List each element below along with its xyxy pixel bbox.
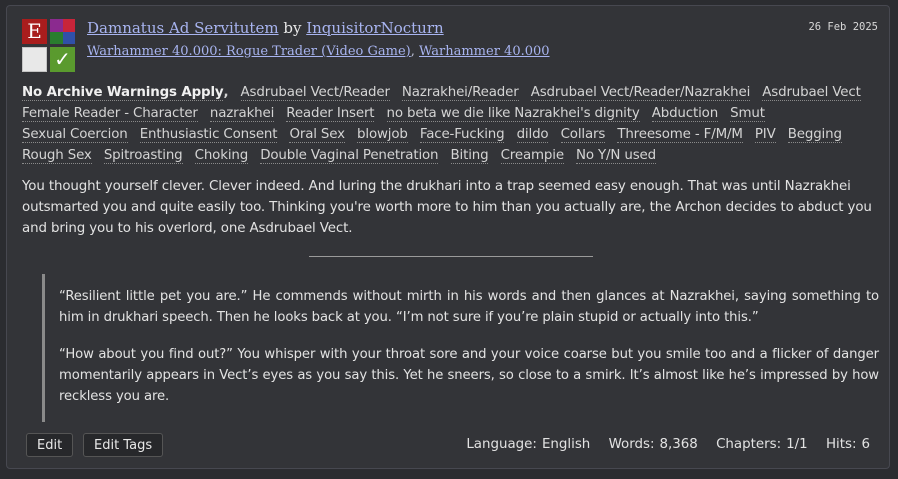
required-tags[interactable]: E ✓ [22, 19, 76, 73]
quote-paragraph: “How about you find out?” You whisper wi… [59, 347, 879, 404]
tag-link[interactable]: Rough Sex [22, 148, 92, 164]
tag-link[interactable]: dildo [516, 127, 549, 143]
rating-explicit-icon: E [22, 19, 47, 44]
tag-link[interactable]: Nazrakhei/Reader [401, 85, 519, 101]
chapters-label: Chapters: [716, 437, 782, 452]
by-label: by [283, 19, 302, 37]
category-multi-icon [50, 19, 75, 44]
chapters-value: 1/1 [786, 437, 808, 452]
tag-link[interactable]: Face-Fucking [419, 127, 505, 143]
fandom-link[interactable]: Warhammer 40.000 [419, 44, 550, 59]
warning-tag[interactable]: No Archive Warnings Apply [22, 85, 224, 101]
tag-link[interactable]: No Y/N used [576, 148, 656, 164]
work-heading: Damnatus Ad Servitutem by InquisitorNoct… [87, 19, 444, 37]
hits-value: 6 [861, 437, 870, 452]
tag-separator: , [223, 85, 229, 100]
tag-link[interactable]: Sexual Coercion [22, 127, 128, 143]
tag-link[interactable]: Asdrubael Vect [762, 85, 861, 101]
summary: You thought yourself clever. Clever inde… [22, 179, 872, 236]
tag-link[interactable]: Double Vaginal Penetration [260, 148, 439, 164]
work-stats: Language: English Words: 8,368 Chapters: 1/… [466, 437, 870, 452]
words-value: 8,368 [659, 437, 698, 452]
author-link[interactable]: InquisitorNocturn [306, 19, 443, 37]
tag-link[interactable]: Spitroasting [103, 148, 183, 164]
tag-link[interactable]: Reader Insert [286, 106, 375, 122]
summary-blockquote: “Resilient little pet you are.” He comme… [42, 274, 879, 422]
edit-button[interactable]: Edit [26, 433, 74, 457]
tag-link[interactable]: Choking [194, 148, 248, 164]
fandoms: Warhammer 40.000: Rogue Trader (Video Ga… [87, 44, 550, 59]
tag-link[interactable]: Threesome - F/M/M [617, 127, 743, 143]
hits-label: Hits: [825, 437, 857, 452]
tag-link[interactable]: Enthusiastic Consent [139, 127, 277, 143]
language-label: Language: [466, 437, 537, 452]
tag-link[interactable]: Oral Sex [289, 127, 345, 143]
fandom-link[interactable]: Warhammer 40.000: Rogue Trader (Video Ga… [87, 44, 411, 59]
complete-check-icon: ✓ [50, 47, 75, 72]
fandom-separator: , [410, 44, 415, 59]
tag-link[interactable]: PIV [754, 127, 776, 143]
publish-date: 26 Feb 2025 [808, 21, 878, 33]
tag-link[interactable]: Female Reader - Character [22, 106, 198, 122]
tag-link[interactable]: Asdrubael Vect/Reader/Nazrakhei [530, 85, 750, 101]
warnings-none-icon [22, 47, 47, 72]
tag-link[interactable]: Smut [730, 106, 765, 122]
tag-link[interactable]: Creampie [500, 148, 564, 164]
tag-link[interactable]: Abduction [651, 106, 718, 122]
divider [309, 256, 593, 257]
quote-paragraph: “Resilient little pet you are.” He comme… [59, 289, 879, 325]
tag-link[interactable]: blowjob [357, 127, 408, 143]
edit-tags-button[interactable]: Edit Tags [83, 433, 164, 457]
tag-link[interactable]: Biting [450, 148, 489, 164]
language-value: English [541, 437, 591, 452]
tag-link[interactable]: Begging [787, 127, 842, 143]
tag-link[interactable]: Collars [560, 127, 605, 143]
tag-link[interactable]: nazrakhei [209, 106, 274, 122]
tag-link[interactable]: Asdrubael Vect/Reader [240, 85, 390, 101]
tag-link[interactable]: no beta we die like Nazrakhei's dignity [386, 106, 640, 122]
tag-list: No Archive Warnings Apply, Asdrubael Vec… [22, 82, 872, 166]
work-blurb: E ✓ Damnatus Ad Servitutem by Inquisitor… [6, 5, 890, 469]
words-label: Words: [608, 437, 655, 452]
work-title-link[interactable]: Damnatus Ad Servitutem [87, 19, 279, 37]
